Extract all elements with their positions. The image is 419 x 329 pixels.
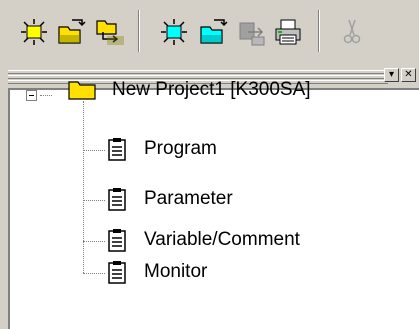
tree-connector: [83, 101, 85, 273]
tree-node-label: Variable/Comment: [144, 229, 300, 250]
save-project-button[interactable]: [92, 14, 128, 50]
printer-icon: [275, 19, 301, 45]
scissors-icon: [343, 19, 361, 44]
save-program-button[interactable]: [234, 14, 270, 50]
project-tree: New Project1 [K300SA] Program Parameter: [8, 79, 419, 329]
tree-node-label: Monitor: [144, 261, 208, 282]
toolbar: [0, 0, 419, 62]
tree-node-label: Parameter: [144, 188, 233, 209]
tree-node-monitor[interactable]: Monitor: [108, 260, 207, 284]
new-program-button[interactable]: [156, 14, 192, 50]
clipboard-icon: [108, 229, 126, 252]
folder-swap-icon: [96, 20, 124, 45]
clipboard-icon: [108, 261, 126, 284]
sun-new-icon: [21, 19, 47, 45]
clipboard-icon: [108, 138, 126, 161]
toolbar-separator: [318, 10, 320, 52]
sun-new-cyan-icon: [161, 19, 187, 45]
tree-collapse-toggle[interactable]: [26, 90, 37, 101]
panel-minimize-button[interactable]: ▾: [384, 68, 399, 82]
panel-close-button[interactable]: ✕: [401, 68, 416, 82]
open-program-button[interactable]: [196, 14, 232, 50]
tree-node-program[interactable]: Program: [108, 137, 217, 161]
tree-connector: [83, 150, 105, 152]
new-project-button[interactable]: [16, 14, 52, 50]
tree-root-label: New Project1 [K300SA]: [112, 79, 311, 100]
tree-root-node[interactable]: New Project1 [K300SA]: [68, 78, 311, 102]
folder-icon: [68, 81, 96, 100]
folder-open-icon: [58, 19, 86, 44]
tree-node-variable-comment[interactable]: Variable/Comment: [108, 228, 300, 252]
tree-connector: [83, 273, 105, 275]
save-disabled-icon: [239, 22, 265, 46]
tree-connector: [83, 200, 105, 202]
open-project-button[interactable]: [54, 14, 90, 50]
cut-button[interactable]: [334, 14, 370, 50]
print-button[interactable]: [270, 14, 306, 50]
folder-open-cyan-icon: [200, 19, 228, 44]
tree-connector: [83, 241, 105, 243]
tree-node-parameter[interactable]: Parameter: [108, 187, 233, 211]
clipboard-icon: [108, 188, 126, 211]
tree-node-label: Program: [144, 138, 217, 159]
toolbar-separator: [138, 10, 140, 52]
tree-connector: [40, 95, 52, 97]
